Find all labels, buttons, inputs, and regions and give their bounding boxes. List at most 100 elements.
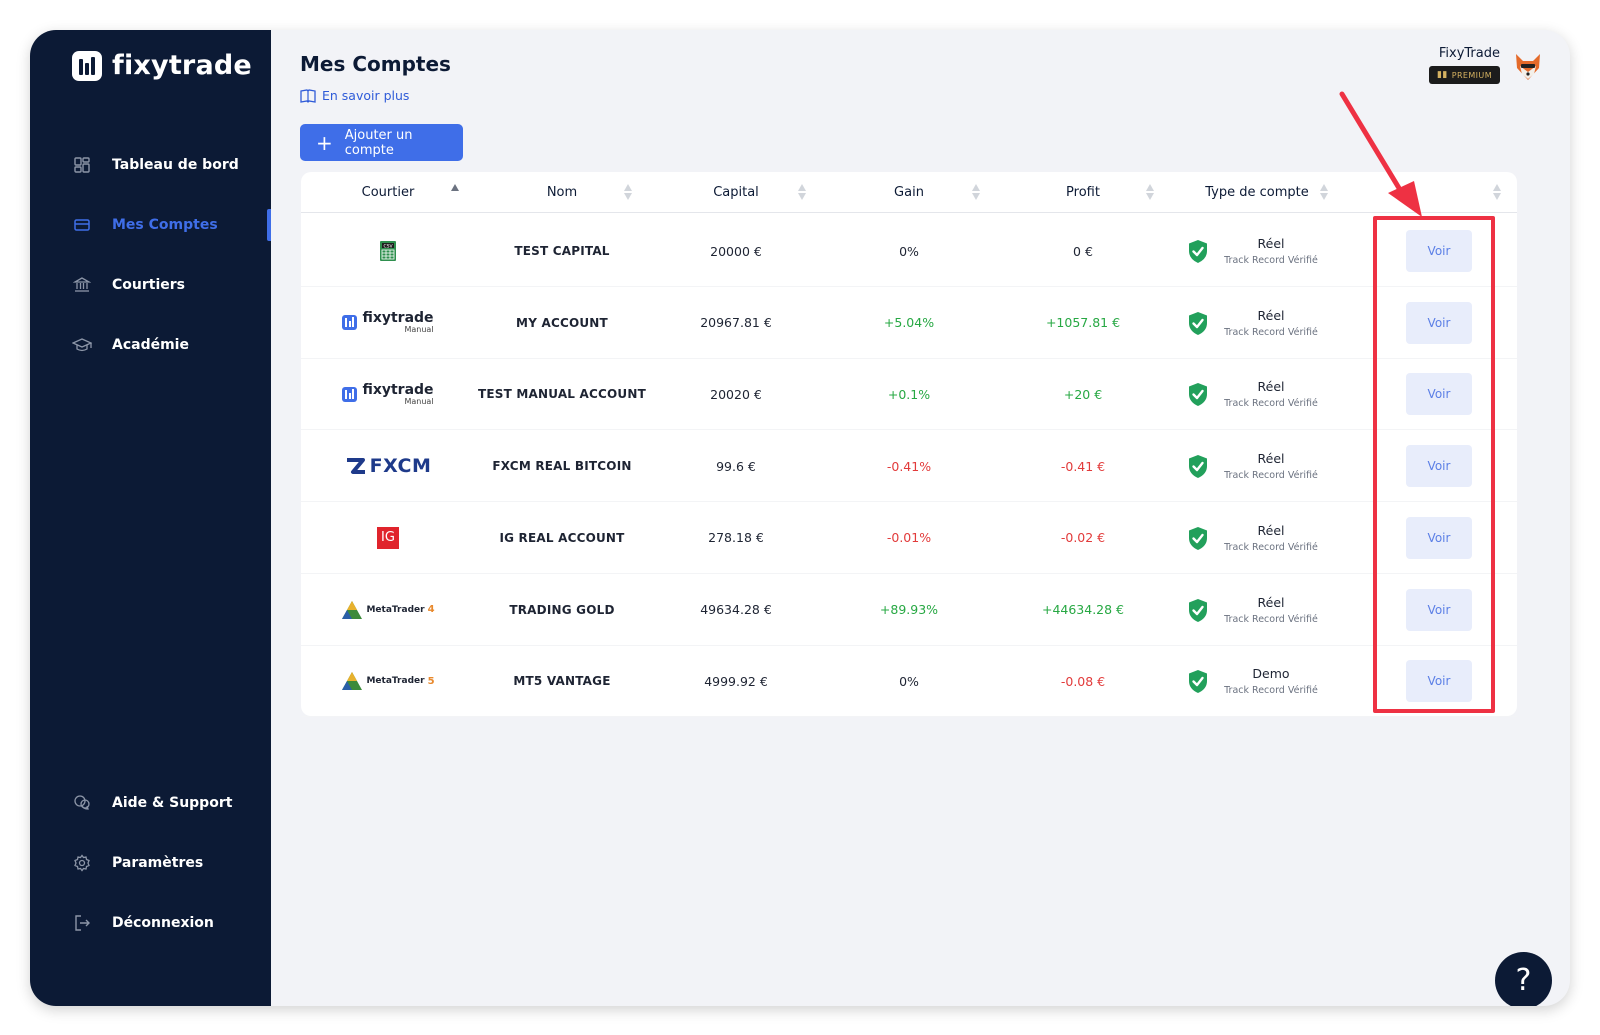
sort-icon[interactable]	[623, 183, 633, 201]
csv-file-icon: CSV	[380, 241, 396, 261]
gain-value: 0%	[899, 673, 919, 689]
fixytrade-logo-icon	[342, 386, 358, 402]
gain-value: +5.04%	[883, 315, 935, 331]
dashboard-icon	[72, 155, 92, 175]
table-row: CSV TEST CAPITAL 20000 € 0% 0 € Réel Track Rec…	[301, 215, 1517, 287]
account-type-label: Réel	[1257, 379, 1285, 395]
voir-label: Voir	[1427, 315, 1451, 330]
sort-icon[interactable]	[797, 183, 807, 201]
user-menu[interactable]: FixyTrade ▮▮ PREMIUM	[1429, 46, 1500, 84]
table-row: fixytrade Manual TEST MANUAL ACCOUNT 20020 …	[301, 358, 1517, 431]
account-type-label: Réel	[1257, 451, 1285, 467]
account-name: TEST CAPITAL	[514, 244, 610, 258]
voir-button[interactable]: Voir	[1406, 301, 1472, 344]
sidebar-item-mes-comptes[interactable]: Mes Comptes	[30, 207, 271, 243]
sidebar-item-label: Déconnexion	[112, 915, 214, 931]
support-icon	[72, 793, 92, 813]
app-logo[interactable]: fixytrade	[72, 50, 252, 81]
column-header-gain[interactable]: Gain	[829, 172, 989, 213]
premium-label: PREMIUM	[1451, 70, 1492, 80]
account-name: MT5 VANTAGE	[513, 674, 611, 689]
column-header-profit[interactable]: Profit	[1003, 172, 1163, 213]
voir-button[interactable]: Voir	[1406, 445, 1472, 488]
fxcm-swoosh-icon	[346, 458, 365, 475]
gain-value: +0.1%	[887, 386, 931, 402]
column-header-capital[interactable]: Capital	[656, 172, 816, 213]
profit-value: -0.41 €	[1060, 458, 1106, 474]
voir-button[interactable]: Voir	[1406, 373, 1472, 416]
help-button[interactable]: ?	[1495, 952, 1552, 1006]
voir-label: Voir	[1427, 674, 1451, 689]
voir-button[interactable]: Voir	[1406, 660, 1472, 703]
avatar[interactable]	[1514, 52, 1542, 82]
account-type-label: Réel	[1257, 236, 1285, 251]
app-window: fixytrade Tableau de bord Mes Comptes Cour…	[30, 30, 1570, 1006]
account-type: Réel Track Record Vérifié	[1211, 215, 1331, 287]
sort-icon[interactable]	[1319, 183, 1329, 201]
sort-icon[interactable]	[450, 183, 460, 201]
account-type-label: Réel	[1257, 307, 1285, 323]
sidebar-item-label: Mes Comptes	[112, 217, 218, 233]
capital-value: 278.18 €	[708, 530, 764, 546]
sidebar-item-label: Courtiers	[112, 277, 185, 293]
broker-cell: fixytrade Manual	[308, 358, 468, 430]
voir-button[interactable]: Voir	[1406, 516, 1472, 559]
voir-button[interactable]: Voir	[1406, 588, 1472, 631]
broker-cell: IG	[308, 502, 468, 574]
account-type: Réel Track Record Vérifié	[1211, 358, 1331, 430]
graduation-cap-icon	[72, 335, 92, 355]
gain-value: 0%	[899, 243, 919, 259]
sidebar-item-aide-support[interactable]: Aide & Support	[30, 785, 271, 821]
gain-value: -0.01%	[886, 530, 932, 546]
table-row: MetaTrader 5 MT5 VANTAGE 4999.92 € 0% -0.08 €…	[301, 645, 1517, 718]
metatrader-broker-logo: MetaTrader 5	[341, 671, 435, 691]
sidebar-item-académie[interactable]: Académie	[30, 327, 271, 363]
track-record-label: Track Record Vérifié	[1224, 470, 1318, 482]
column-header-type-de-compte[interactable]: Type de compte	[1177, 172, 1337, 213]
sidebar-item-déconnexion[interactable]: Déconnexion	[30, 905, 271, 941]
fixytrade-logo-icon	[72, 50, 102, 81]
sidebar-item-courtiers[interactable]: Courtiers	[30, 267, 271, 303]
sidebar-item-tableau-de-bord[interactable]: Tableau de bord	[30, 147, 271, 183]
sort-icon[interactable]	[1145, 183, 1155, 201]
metatrader-broker-logo: MetaTrader 4	[341, 600, 435, 620]
logo-text: fixytrade	[112, 50, 252, 81]
fixytrade-broker-logo: fixytrade Manual	[342, 311, 434, 334]
learn-more-link[interactable]: En savoir plus	[300, 88, 409, 103]
premium-logo-icon: ▮▮	[1437, 70, 1448, 80]
track-record-label: Track Record Vérifié	[1224, 326, 1318, 338]
track-record-label: Track Record Vérifié	[1224, 613, 1318, 625]
voir-label: Voir	[1427, 530, 1451, 545]
voir-label: Voir	[1427, 459, 1451, 474]
column-header-nom[interactable]: Nom	[482, 172, 642, 213]
fixytrade-broker-logo: fixytrade Manual	[342, 383, 434, 406]
add-account-button[interactable]: + Ajouter un compte	[300, 124, 463, 161]
table-row: FXCM FXCM REAL BITCOIN 99.6 € -0.41% -0.41 €…	[301, 430, 1517, 503]
logout-icon	[72, 913, 92, 933]
account-type: Réel Track Record Vérifié	[1211, 287, 1331, 359]
verified-shield-icon	[1189, 526, 1207, 550]
account-type-label: Réel	[1257, 522, 1285, 538]
track-record-label: Track Record Vérifié	[1224, 255, 1318, 266]
capital-value: 20000 €	[710, 243, 762, 259]
bank-icon	[72, 275, 92, 295]
verified-shield-icon	[1189, 598, 1207, 622]
sidebar-item-paramètres[interactable]: Paramètres	[30, 845, 271, 881]
table-row: MetaTrader 4 TRADING GOLD 49634.28 € +89.93%…	[301, 574, 1517, 646]
gear-icon	[72, 853, 92, 873]
svg-text:CSV: CSV	[383, 243, 393, 249]
account-type: Réel Track Record Vérifié	[1211, 574, 1331, 646]
sort-icon[interactable]	[1492, 183, 1502, 201]
sort-icon[interactable]	[971, 183, 981, 201]
verified-shield-icon	[1189, 455, 1207, 479]
voir-label: Voir	[1427, 387, 1451, 402]
broker-cell: MetaTrader 4	[308, 574, 468, 646]
broker-cell: CSV	[308, 215, 468, 287]
voir-button[interactable]: Voir	[1406, 230, 1472, 272]
main-content: Mes Comptes En savoir plus + Ajouter un …	[271, 30, 1570, 1006]
column-header-courtier[interactable]: Courtier	[308, 172, 468, 213]
accounts-table: Courtier Nom Capital Gain Profit Type de comp…	[301, 172, 1517, 718]
broker-cell: FXCM	[308, 430, 468, 502]
plus-icon: +	[316, 130, 333, 155]
track-record-label: Track Record Vérifié	[1224, 398, 1318, 410]
